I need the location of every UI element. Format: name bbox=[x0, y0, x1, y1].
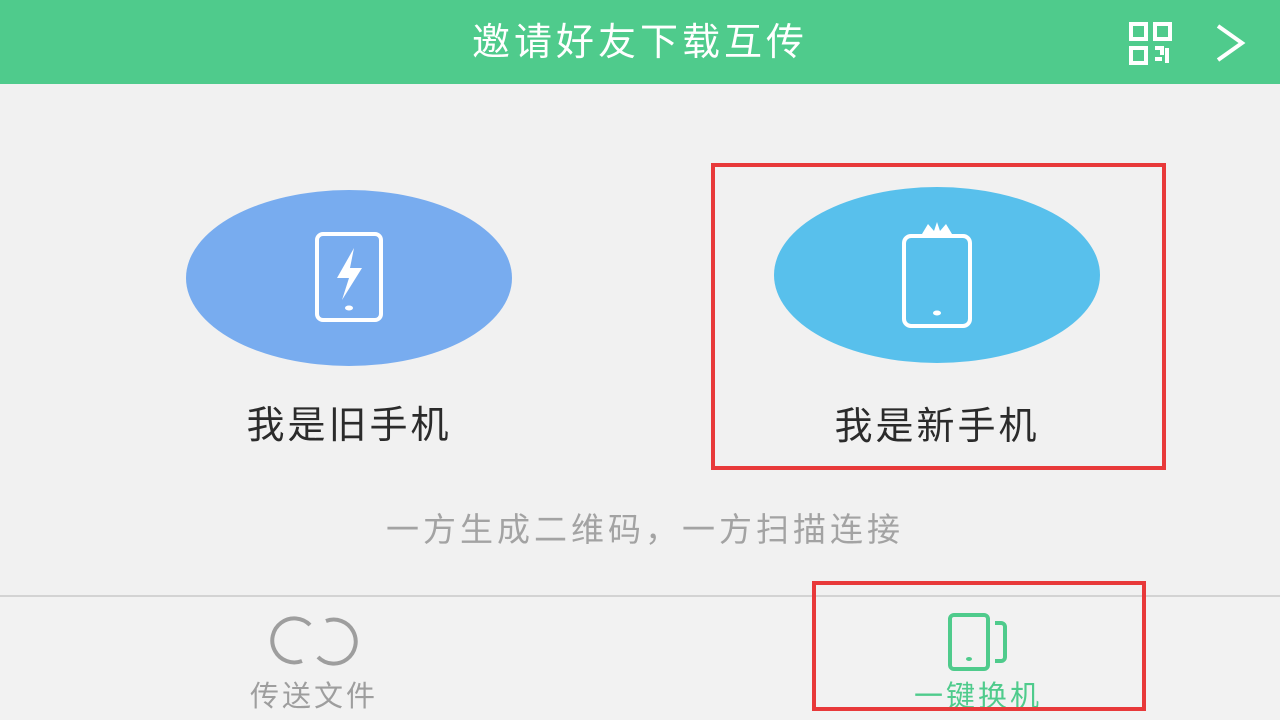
header-title: 邀请好友下载互传 bbox=[471, 20, 808, 64]
phone-switch-icon bbox=[948, 613, 1007, 671]
connection-hint: 一方生成二维码，一方扫描连接 bbox=[386, 510, 904, 549]
phone-lightning-icon bbox=[315, 232, 383, 322]
qr-code-icon bbox=[1129, 22, 1172, 65]
old-phone-option[interactable]: 我是旧手机 bbox=[186, 190, 516, 450]
chevron-right-icon bbox=[1216, 24, 1246, 62]
tab-transfer-files[interactable]: 传送文件 bbox=[154, 597, 474, 720]
bottom-tab-bar: 传送文件 一键换机 bbox=[0, 595, 1280, 720]
tab-one-click-switch-label: 一键换机 bbox=[913, 679, 1042, 713]
old-phone-circle bbox=[186, 190, 512, 366]
header-bar: 邀请好友下载互传 bbox=[0, 0, 1280, 84]
invite-qr-button[interactable] bbox=[1122, 18, 1252, 68]
old-phone-label: 我是旧手机 bbox=[246, 403, 452, 447]
link-rings-icon bbox=[270, 616, 358, 666]
new-phone-circle bbox=[774, 187, 1100, 363]
tab-transfer-files-label: 传送文件 bbox=[249, 679, 378, 713]
phone-crown-icon bbox=[902, 222, 972, 328]
new-phone-option[interactable]: 我是新手机 bbox=[774, 185, 1104, 450]
new-phone-label: 我是新手机 bbox=[834, 404, 1040, 448]
tab-one-click-switch[interactable]: 一键换机 bbox=[818, 597, 1138, 720]
app-screen: 邀请好友下载互传 我是旧手机 我是新手机 一方生成二维码，一方扫描连接 传送文件… bbox=[0, 0, 1280, 720]
